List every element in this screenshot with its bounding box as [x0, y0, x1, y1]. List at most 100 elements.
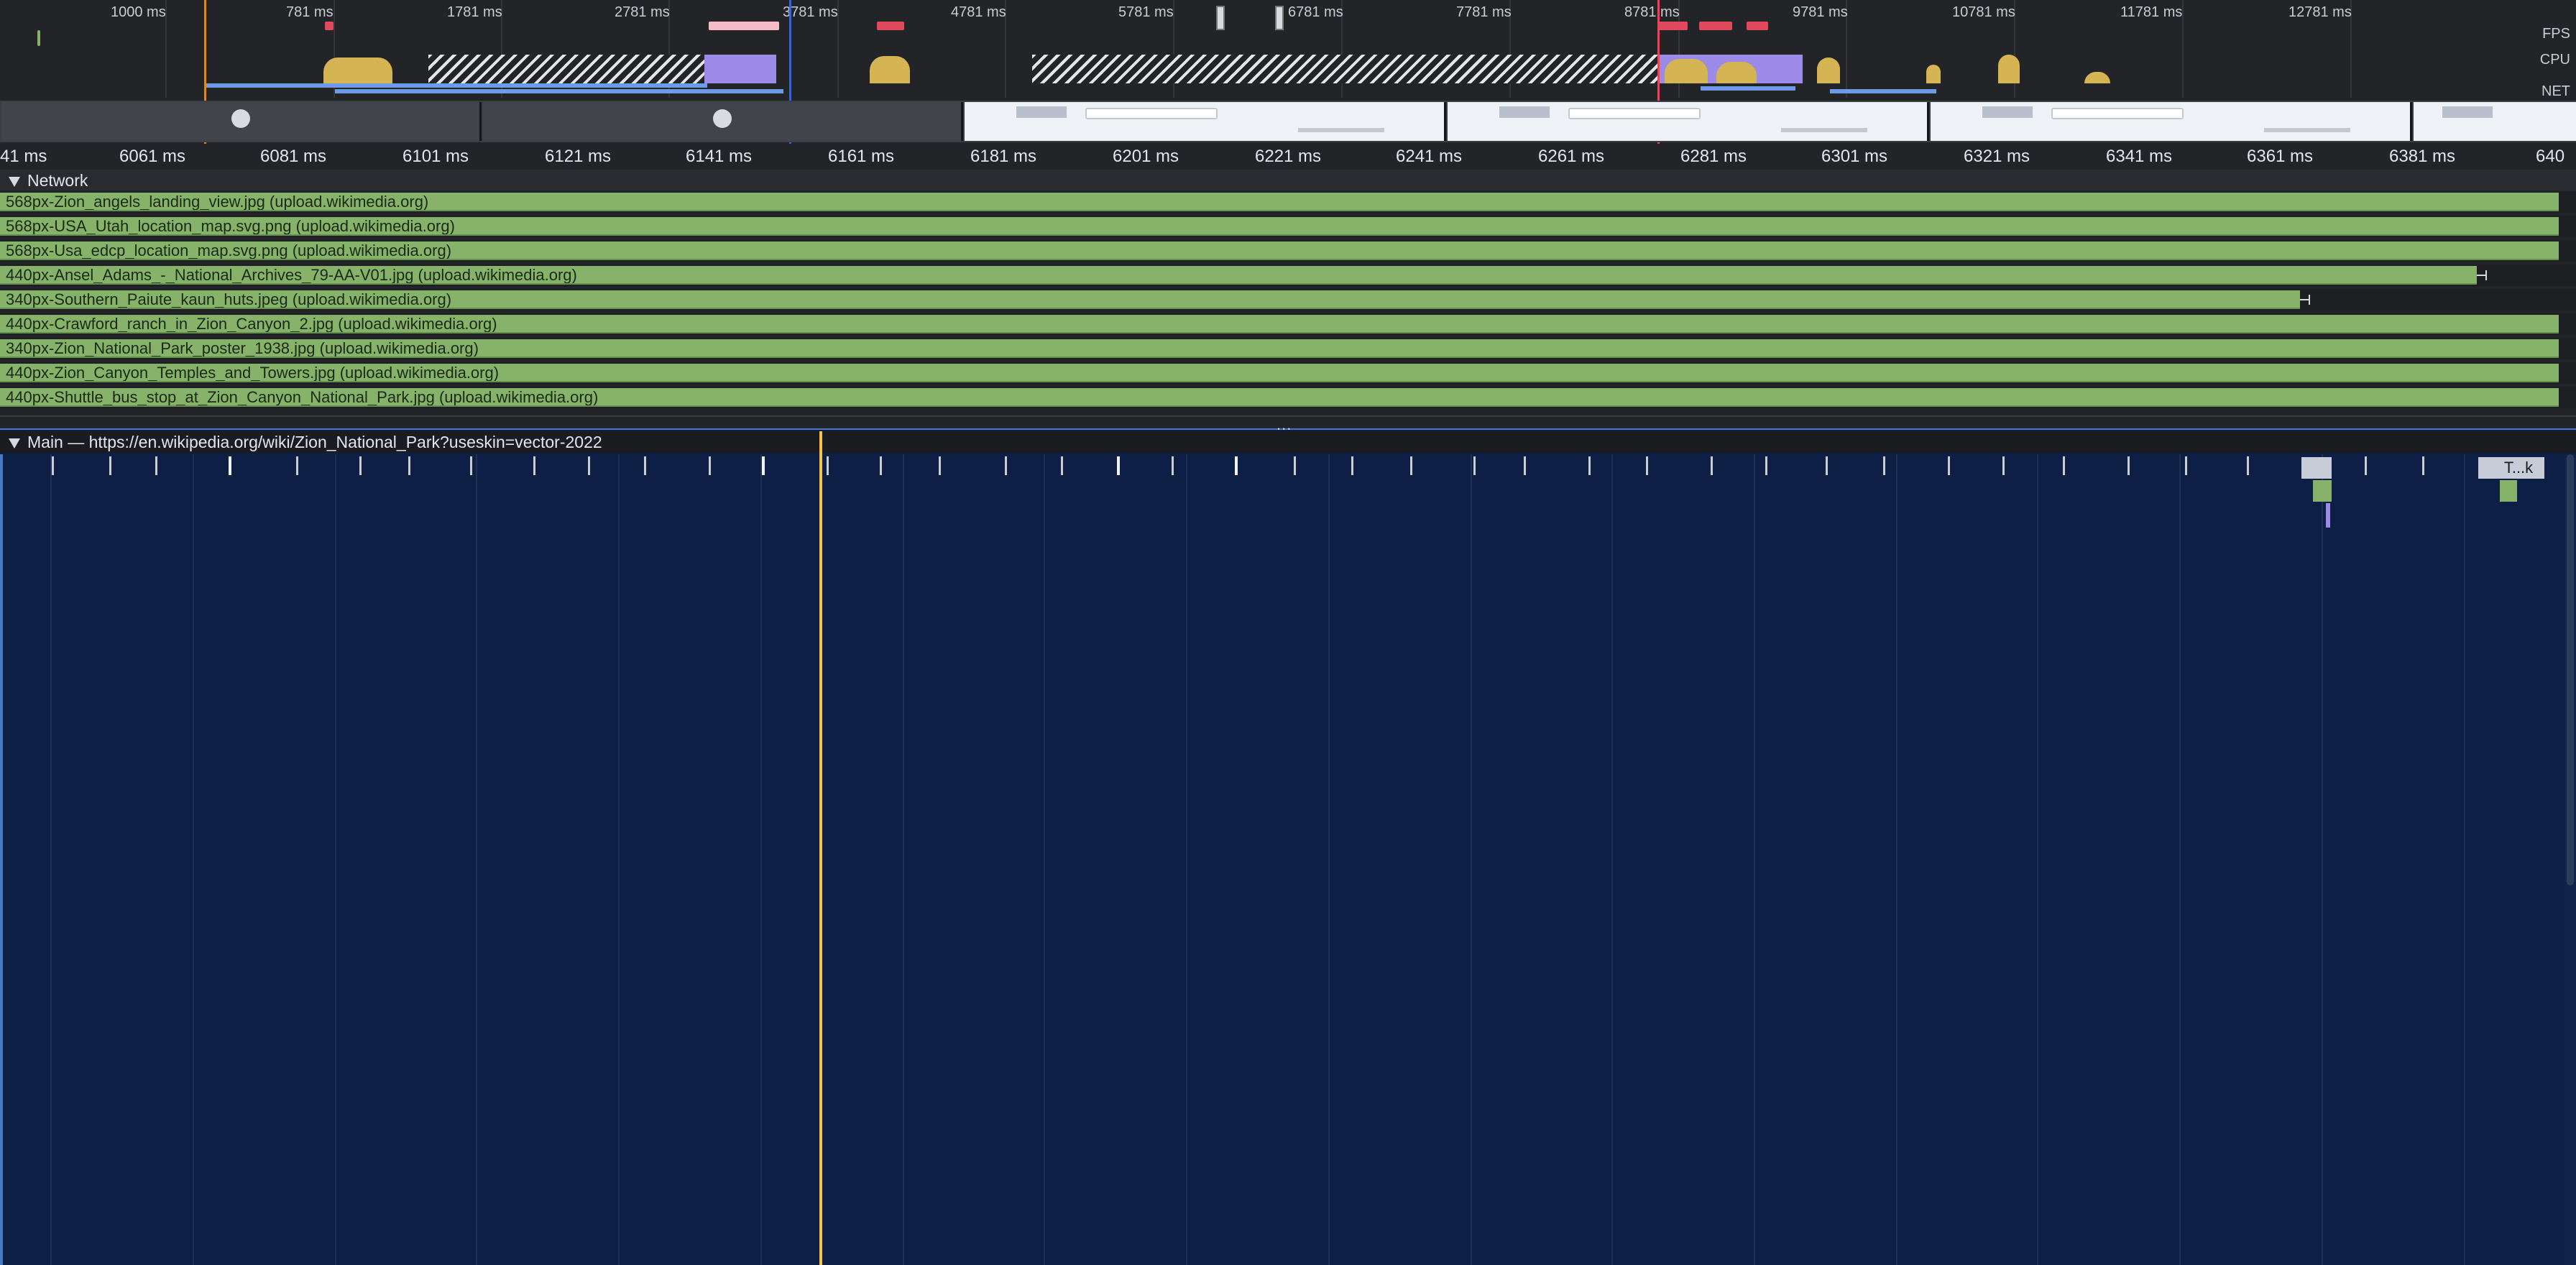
network-request-row[interactable]: 440px-Shuttle_bus_stop_at_Zion_Canyon_Na… [0, 387, 2576, 408]
task-block[interactable] [2301, 457, 2332, 479]
event-tick[interactable] [359, 456, 362, 475]
event-tick[interactable] [644, 456, 646, 475]
task-block[interactable] [2326, 503, 2330, 528]
event-tick[interactable] [2365, 456, 2367, 475]
screenshot-thumbnail[interactable] [1931, 102, 2412, 141]
event-tick[interactable] [1061, 456, 1063, 475]
time-cursor[interactable] [819, 431, 822, 1265]
network-request-bar[interactable]: 568px-Usa_edcp_location_map.svg.png (upl… [0, 242, 2559, 260]
event-tick[interactable] [1172, 456, 1174, 475]
event-tick[interactable] [2128, 456, 2130, 475]
event-tick[interactable] [2002, 456, 2005, 475]
event-tick[interactable] [1711, 456, 1713, 475]
wikipedia-logo-icon [2442, 106, 2493, 118]
network-request-bar[interactable]: 568px-Zion_angels_landing_view.jpg (uplo… [0, 193, 2559, 211]
wikipedia-logo-icon [1016, 106, 1067, 118]
network-request-row[interactable]: 568px-Usa_edcp_location_map.svg.png (upl… [0, 240, 2576, 262]
fps-marker [709, 22, 779, 30]
collapse-caret-icon[interactable] [9, 438, 20, 448]
search-icon [2051, 108, 2184, 119]
event-tick[interactable] [1948, 456, 1950, 475]
task-block[interactable] [2313, 480, 2332, 502]
event-tick[interactable] [709, 456, 711, 475]
event-tick[interactable] [470, 456, 472, 475]
event-tick[interactable] [1646, 456, 1648, 475]
ruler-tick: 6341 ms [2106, 147, 2173, 166]
event-tick[interactable] [2247, 456, 2249, 475]
event-tick[interactable] [109, 456, 111, 475]
network-request-bar[interactable]: 440px-Ansel_Adams_-_National_Archives_79… [0, 266, 2477, 285]
event-tick[interactable] [1883, 456, 1885, 475]
event-tick[interactable] [2185, 456, 2187, 475]
ruler-tick: 6241 ms [1396, 147, 1463, 166]
ruler-tick: 6141 ms [686, 147, 753, 166]
request-whisker [2477, 275, 2485, 276]
page-text-line [1781, 128, 1867, 132]
screenshot-thumbnail[interactable] [2414, 102, 2576, 141]
event-tick[interactable] [1235, 456, 1238, 475]
cpu-activity [323, 58, 392, 83]
network-request-bar[interactable]: 340px-Zion_National_Park_poster_1938.jpg… [0, 339, 2559, 358]
network-request-row[interactable]: 440px-Zion_Canyon_Temples_and_Towers.jpg… [0, 362, 2576, 384]
event-tick[interactable] [2422, 456, 2424, 475]
event-tick[interactable] [408, 456, 410, 475]
overview-time-tick: 5781 ms [1118, 4, 1174, 20]
network-request-row[interactable]: 568px-Zion_angels_landing_view.jpg (uplo… [0, 191, 2576, 213]
screenshot-thumbnail[interactable] [483, 102, 963, 141]
event-tick[interactable] [1410, 456, 1412, 475]
main-thread-track[interactable]: Main — https://en.wikipedia.org/wiki/Zio… [0, 431, 2576, 1265]
event-tick[interactable] [1765, 456, 1767, 475]
event-tick[interactable] [880, 456, 882, 475]
event-tick[interactable] [1005, 456, 1007, 475]
network-request-row[interactable]: 440px-Ansel_Adams_-_National_Archives_79… [0, 264, 2576, 286]
cpu-activity [1032, 55, 1657, 83]
event-tick[interactable] [155, 456, 157, 475]
timeline-overview[interactable]: 1000 ms 781 ms 1781 ms 2781 ms 3781 ms 4… [0, 0, 2576, 145]
cpu-activity [1665, 59, 1708, 83]
event-tick[interactable] [229, 456, 231, 475]
network-request-bar[interactable]: 440px-Zion_Canyon_Temples_and_Towers.jpg… [0, 364, 2559, 382]
collapse-caret-icon[interactable] [9, 176, 20, 187]
event-tick[interactable] [1351, 456, 1353, 475]
task-label: T...k [2503, 459, 2534, 477]
event-tick[interactable] [762, 456, 765, 475]
event-tick[interactable] [2063, 456, 2065, 475]
screenshot-thumbnail[interactable] [965, 102, 1446, 141]
event-tick[interactable] [1294, 456, 1296, 475]
event-tick[interactable] [1826, 456, 1828, 475]
network-request-row[interactable]: 568px-USA_Utah_location_map.svg.png (upl… [0, 216, 2576, 237]
vertical-scrollbar[interactable] [2564, 454, 2576, 1265]
main-track-header[interactable]: Main — https://en.wikipedia.org/wiki/Zio… [0, 431, 2576, 453]
network-request-bar[interactable]: 568px-USA_Utah_location_map.svg.png (upl… [0, 217, 2559, 236]
event-tick[interactable] [296, 456, 298, 475]
event-tick[interactable] [533, 456, 535, 475]
screenshot-thumbnail[interactable] [1, 102, 482, 141]
track-resize-handle[interactable]: ... [0, 415, 2576, 433]
network-track-header[interactable]: Network [0, 170, 2576, 191]
event-tick[interactable] [1473, 456, 1476, 475]
screenshot-strip[interactable] [0, 101, 2576, 142]
network-request-row[interactable]: 340px-Southern_Paiute_kaun_huts.jpeg (up… [0, 289, 2576, 310]
scrollbar-thumb[interactable] [2567, 454, 2574, 886]
network-request-bar[interactable]: 440px-Crawford_ranch_in_Zion_Canyon_2.jp… [0, 315, 2559, 334]
event-tick[interactable] [1524, 456, 1526, 475]
event-tick[interactable] [939, 456, 941, 475]
net-activity [204, 83, 707, 88]
network-request-row[interactable]: 340px-Zion_National_Park_poster_1938.jpg… [0, 338, 2576, 359]
overview-time-tick: 781 ms [286, 4, 334, 20]
event-tick[interactable] [1117, 456, 1120, 475]
network-request-row[interactable]: 440px-Crawford_ranch_in_Zion_Canyon_2.jp… [0, 313, 2576, 335]
event-tick[interactable] [588, 456, 590, 475]
screenshot-thumbnail[interactable] [1448, 102, 1929, 141]
request-whisker-cap [2485, 270, 2487, 280]
network-request-bar[interactable]: 440px-Shuttle_bus_stop_at_Zion_Canyon_Na… [0, 388, 2559, 407]
time-ruler[interactable]: 41 ms 6061 ms 6081 ms 6101 ms 6121 ms 61… [0, 144, 2576, 170]
event-tick[interactable] [1588, 456, 1591, 475]
task-block[interactable] [2500, 480, 2517, 502]
cpu-activity [704, 55, 776, 83]
network-request-bar[interactable]: 340px-Southern_Paiute_kaun_huts.jpeg (up… [0, 290, 2300, 309]
event-tick[interactable] [827, 456, 829, 475]
net-lane-label: NET [2542, 83, 2570, 99]
event-tick[interactable] [52, 456, 54, 475]
cpu-lane-label: CPU [2539, 52, 2570, 68]
